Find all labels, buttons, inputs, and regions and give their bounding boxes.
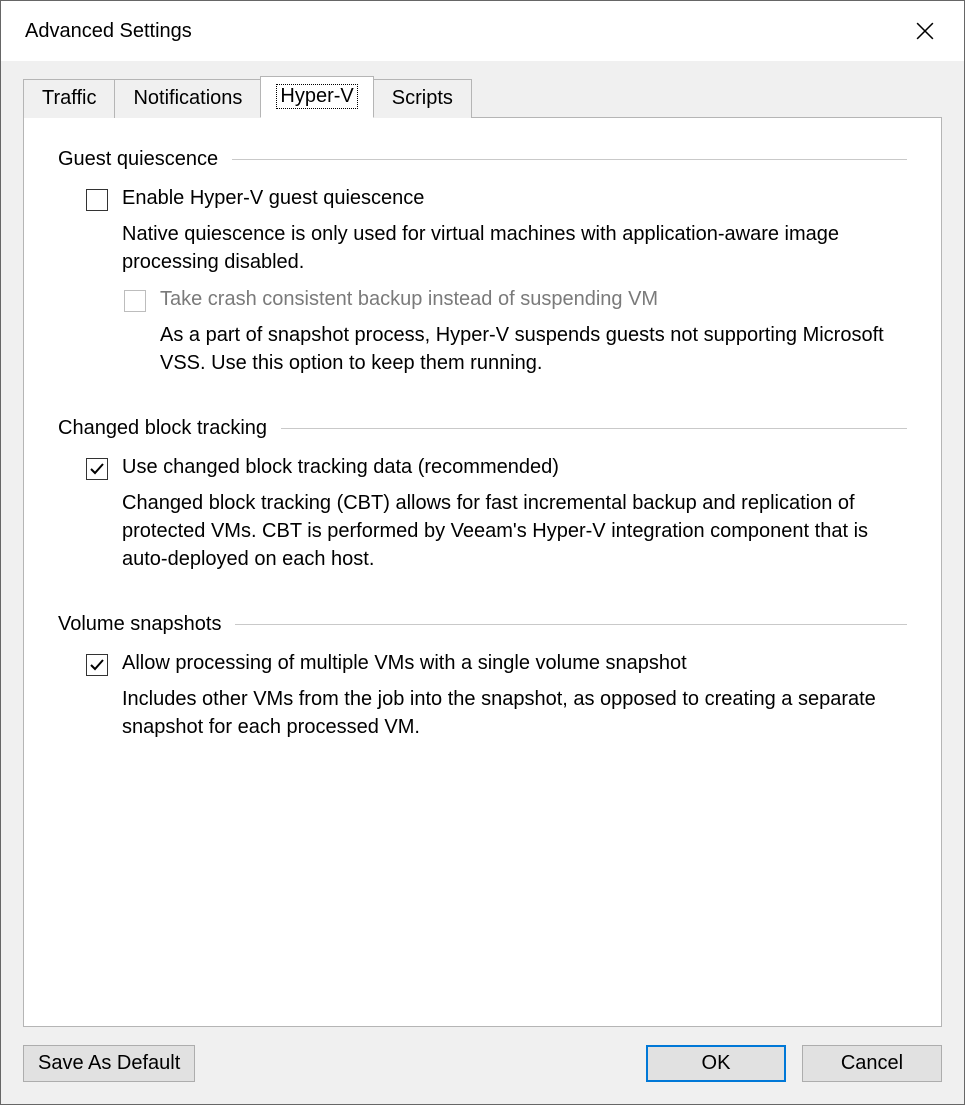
crash-consistent-label: Take crash consistent backup instead of …	[160, 286, 658, 313]
ok-button[interactable]: OK	[646, 1045, 786, 1082]
option-allow-multi-vm[interactable]: Allow processing of multiple VMs with a …	[58, 650, 907, 677]
tab-label: Scripts	[392, 87, 453, 109]
crash-consistent-checkbox	[124, 290, 146, 312]
allow-multi-vm-checkbox[interactable]	[86, 654, 108, 676]
group-divider	[235, 624, 907, 625]
use-cbt-checkbox[interactable]	[86, 458, 108, 480]
option-use-cbt[interactable]: Use changed block tracking data (recomme…	[58, 454, 907, 481]
group-divider	[281, 428, 907, 429]
allow-multi-vm-label: Allow processing of multiple VMs with a …	[122, 650, 687, 677]
checkmark-icon	[89, 461, 105, 477]
allow-multi-vm-description: Includes other VMs from the job into the…	[58, 685, 907, 741]
close-button[interactable]	[904, 16, 946, 46]
tab-notifications[interactable]: Notifications	[114, 79, 261, 118]
group-divider	[232, 159, 907, 160]
tab-label: Hyper-V	[276, 84, 357, 109]
dialog-footer: Save As Default OK Cancel	[23, 1027, 942, 1082]
group-legend: Changed block tracking	[58, 417, 281, 440]
tab-label: Notifications	[133, 87, 242, 109]
crash-consistent-description: As a part of snapshot process, Hyper-V s…	[58, 321, 907, 377]
checkmark-icon	[89, 657, 105, 673]
enable-quiescence-label: Enable Hyper-V guest quiescence	[122, 185, 424, 212]
tab-hyperv[interactable]: Hyper-V	[260, 76, 373, 118]
use-cbt-label: Use changed block tracking data (recomme…	[122, 454, 559, 481]
tab-traffic[interactable]: Traffic	[23, 79, 115, 118]
group-changed-block-tracking: Changed block tracking Use changed block…	[58, 417, 907, 573]
dialog-body: Traffic Notifications Hyper-V Scripts Gu…	[1, 61, 964, 1104]
group-guest-quiescence: Guest quiescence Enable Hyper-V guest qu…	[58, 148, 907, 377]
advanced-settings-dialog: Advanced Settings Traffic Notifications …	[0, 0, 965, 1105]
option-enable-quiescence[interactable]: Enable Hyper-V guest quiescence	[58, 185, 907, 212]
save-as-default-button[interactable]: Save As Default	[23, 1045, 195, 1082]
tabstrip: Traffic Notifications Hyper-V Scripts	[23, 75, 942, 117]
title-bar: Advanced Settings	[1, 1, 964, 61]
enable-quiescence-description: Native quiescence is only used for virtu…	[58, 220, 907, 276]
tab-label: Traffic	[42, 87, 96, 109]
tab-panel-hyperv: Guest quiescence Enable Hyper-V guest qu…	[23, 117, 942, 1027]
group-legend: Volume snapshots	[58, 613, 235, 636]
option-crash-consistent: Take crash consistent backup instead of …	[58, 286, 907, 313]
close-icon	[916, 22, 934, 40]
cancel-button[interactable]: Cancel	[802, 1045, 942, 1082]
window-title: Advanced Settings	[25, 20, 192, 43]
group-volume-snapshots: Volume snapshots Allow processing of mul…	[58, 613, 907, 741]
group-legend: Guest quiescence	[58, 148, 232, 171]
enable-quiescence-checkbox[interactable]	[86, 189, 108, 211]
use-cbt-description: Changed block tracking (CBT) allows for …	[58, 489, 907, 573]
tab-scripts[interactable]: Scripts	[373, 79, 472, 118]
